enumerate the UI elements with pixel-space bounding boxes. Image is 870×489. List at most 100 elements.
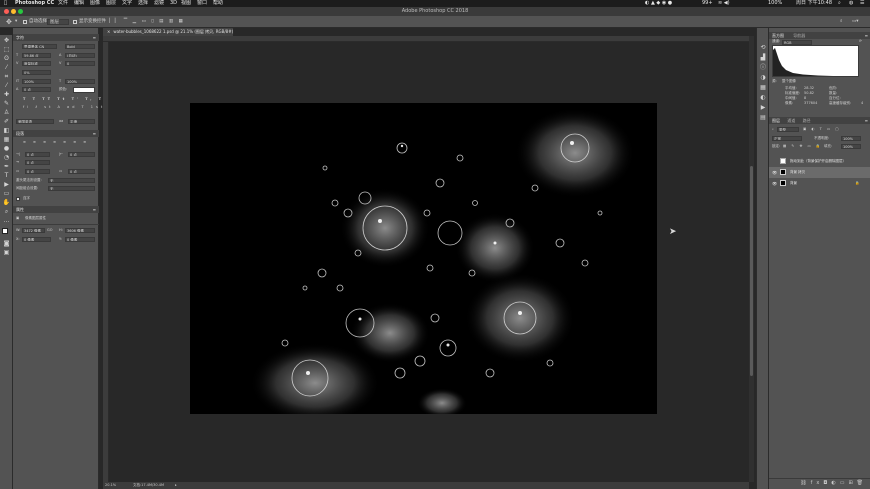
adjustment-layer-icon[interactable]: ◐	[831, 480, 839, 486]
adjustments-icon[interactable]: ◐	[759, 94, 767, 101]
siri-icon[interactable]: ◍	[849, 0, 853, 7]
tab-channels[interactable]: 通道	[787, 118, 795, 123]
go-label[interactable]: GO	[47, 228, 52, 233]
space-before-field[interactable]: 0 点	[25, 169, 50, 174]
histogram-icon[interactable]: ▟	[759, 54, 767, 61]
actions-icon[interactable]: ▶	[759, 104, 767, 111]
swatches-icon[interactable]: ▦	[759, 84, 767, 91]
crop-tool-icon[interactable]: ⌗	[2, 73, 11, 80]
hscale-field[interactable]: 100%	[65, 79, 95, 84]
shape-tool-icon[interactable]: ▭	[2, 190, 11, 197]
clock[interactable]: 周日 下午10:48	[796, 0, 832, 7]
workspace-icon[interactable]: ▭▾	[852, 16, 859, 28]
blur-tool-icon[interactable]: ●	[2, 145, 11, 152]
baseline-field[interactable]: 0 点	[22, 87, 51, 92]
x-field[interactable]: 0 像素	[22, 237, 51, 242]
opacity-field[interactable]: 100%	[841, 136, 861, 141]
lasso-tool-icon[interactable]: ʘ	[2, 55, 11, 62]
indent-right-field[interactable]: 0 点	[68, 152, 95, 157]
layer-row-note[interactable]: 拖动到此（背景保护开启删除图层）	[769, 156, 870, 167]
brush-tool-icon[interactable]: ✎	[2, 100, 11, 107]
y-field[interactable]: 0 像素	[65, 237, 95, 242]
app-menu[interactable]: Photoshop CC	[15, 0, 54, 7]
document-tab[interactable]: × water-bubbles_1068622 1.psd @ 21.1% (图层…	[103, 28, 233, 36]
fx-icon[interactable]: fx	[811, 480, 824, 486]
move-tool-icon[interactable]: ✥	[2, 37, 11, 44]
menu-file[interactable]: 文件	[58, 0, 68, 7]
align-buttons[interactable]: ▕ ▏ ▔ ▁ ▭ ▯ ▤ ▥ ▦	[106, 16, 185, 28]
kerning-field[interactable]: 度量标准	[22, 61, 51, 66]
eyedropper-tool-icon[interactable]: ⁄	[2, 82, 11, 89]
eraser-tool-icon[interactable]: ◧	[2, 127, 11, 134]
fill-field[interactable]: 100%	[841, 144, 861, 149]
notification-center-icon[interactable]: ☰	[860, 0, 864, 7]
language-select[interactable]: 美国英语	[16, 119, 54, 124]
dodge-tool-icon[interactable]: ◔	[2, 154, 11, 161]
width-field[interactable]: 3472 像素	[22, 228, 45, 233]
indent-left-field[interactable]: 0 点	[25, 152, 50, 157]
font-style-select[interactable]: Bold	[65, 44, 95, 49]
document-image[interactable]	[190, 103, 657, 414]
vertical-scrollbar[interactable]	[749, 36, 754, 482]
tool-preset-dropdown[interactable]: ▾	[15, 16, 17, 28]
gradient-tool-icon[interactable]: ▦	[2, 136, 11, 143]
zoom-window-button[interactable]	[18, 9, 23, 14]
auto-select-checkbox[interactable]	[23, 20, 27, 24]
menu-image[interactable]: 图像	[90, 0, 100, 7]
libraries-icon[interactable]: ▤	[759, 114, 767, 121]
history-brush-tool-icon[interactable]: ✐	[2, 118, 11, 125]
new-layer-icon[interactable]: ⊞	[848, 480, 856, 486]
menu-view[interactable]: 视图	[181, 0, 191, 7]
menu-layer[interactable]: 图层	[106, 0, 116, 7]
leading-field[interactable]: (自动)	[65, 53, 95, 58]
more-tools-icon[interactable]: …	[2, 217, 11, 224]
delete-layer-icon[interactable]: 🗑	[857, 480, 867, 486]
tab-character[interactable]: 字符 ≡	[13, 34, 99, 41]
layer-row-background-copy[interactable]: 👁 背景 拷贝	[769, 167, 870, 178]
history-icon[interactable]: ⟲	[759, 44, 767, 51]
foreground-color-swatch[interactable]	[2, 228, 8, 234]
font-size-field[interactable]: 59.86 点	[22, 53, 51, 58]
font-family-select[interactable]: 思源黑体 CN	[22, 44, 57, 49]
menu-edit[interactable]: 编辑	[74, 0, 84, 7]
apple-icon[interactable]: 	[4, 0, 7, 7]
tab-properties[interactable]: 属性 ≡	[13, 206, 99, 213]
lock-buttons[interactable]: ▦ ✎ ✥ ▭ 🔒	[783, 144, 822, 149]
menu-select[interactable]: 选择	[138, 0, 148, 7]
navigator-icon[interactable]: ◑	[759, 74, 767, 81]
heal-tool-icon[interactable]: ✚	[2, 91, 11, 98]
mojikumi-select[interactable]: 无	[48, 186, 95, 191]
faux-style-buttons[interactable]: T T TT Tt T' T, T T	[23, 97, 114, 102]
space-after-field[interactable]: 0 点	[68, 169, 95, 174]
opentype-buttons[interactable]: fi ∂ st A ad T 1st ½	[23, 105, 116, 110]
tab-navigator[interactable]: 导航器	[793, 33, 805, 38]
antialias-select[interactable]: 平滑	[68, 119, 95, 124]
tab-layers[interactable]: 图层	[772, 118, 780, 123]
search-panel-icon[interactable]: ⌕	[840, 16, 843, 28]
visibility-eye-icon[interactable]: 👁	[772, 170, 777, 175]
visibility-eye-icon[interactable]: 👁	[772, 181, 777, 186]
quickmask-icon[interactable]: ◙	[2, 240, 11, 247]
move-tool-icon[interactable]: ✥	[6, 16, 12, 28]
magic-wand-tool-icon[interactable]: ⁄	[2, 64, 11, 71]
filter-buttons[interactable]: ▣ ◐ T ▭ ▢	[803, 127, 841, 132]
pen-tool-icon[interactable]: ✒	[2, 163, 11, 170]
text-color-swatch[interactable]	[73, 87, 95, 93]
minimize-window-button[interactable]	[11, 9, 16, 14]
zoom-tool-icon[interactable]: ⌕	[2, 208, 11, 215]
layer-name[interactable]: 背景	[790, 178, 797, 189]
hyphenate-checkbox[interactable]	[16, 197, 20, 201]
search-icon[interactable]: ⌕	[838, 0, 841, 7]
zoom-level[interactable]: 20.1%	[105, 482, 116, 489]
layer-name[interactable]: 拖动到此（背景保护开启删除图层）	[790, 156, 846, 167]
scroll-thumb[interactable]	[750, 166, 753, 376]
tsume-field[interactable]: 0%	[22, 70, 51, 75]
tracking-field[interactable]: 0	[65, 61, 95, 66]
link-layers-icon[interactable]: ⛓	[800, 480, 810, 486]
first-line-field[interactable]: 0 点	[25, 160, 50, 165]
stamp-tool-icon[interactable]: ♙	[2, 109, 11, 116]
close-window-button[interactable]	[4, 9, 9, 14]
menu-help[interactable]: 帮助	[213, 0, 223, 7]
refresh-icon[interactable]: ⟳	[859, 39, 862, 44]
wifi-icon[interactable]: ≋ ◀)	[718, 0, 730, 7]
